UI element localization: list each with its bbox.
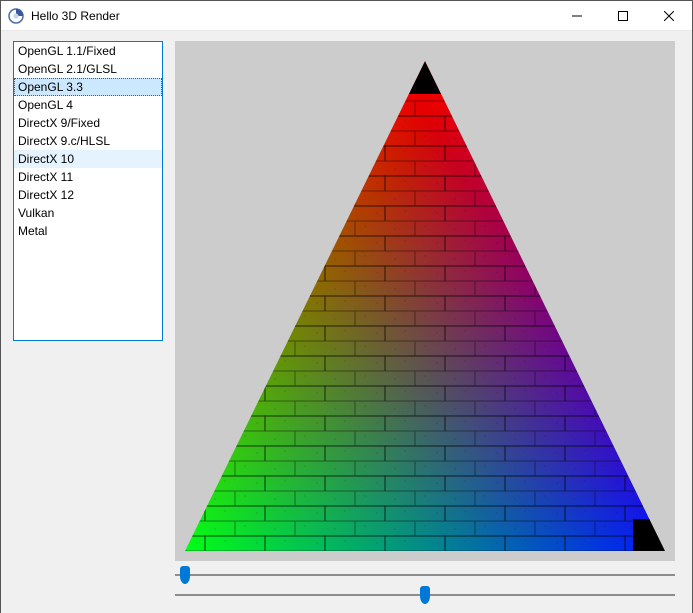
window-title: Hello 3D Render [31,9,120,23]
render-viewport[interactable] [175,41,675,561]
titlebar[interactable]: Hello 3D Render [1,1,692,31]
list-item[interactable]: Metal [14,222,162,240]
list-item[interactable]: OpenGL 3.3 [14,78,162,96]
slider-1-track [175,574,675,576]
slider-panel [175,561,675,605]
slider-1-thumb[interactable] [180,566,190,584]
close-icon [664,11,674,21]
rendered-triangle [175,41,675,561]
list-item[interactable]: DirectX 10 [14,150,162,168]
app-window: Hello 3D Render OpenGL 1.1/FixedOpenGL 2… [0,0,693,613]
slider-2-track [175,594,675,596]
list-item[interactable]: DirectX 9.c/HLSL [14,132,162,150]
maximize-button[interactable] [600,1,646,31]
list-item[interactable]: OpenGL 4 [14,96,162,114]
maximize-icon [618,11,628,21]
slider-1[interactable] [175,565,675,585]
client-area: OpenGL 1.1/FixedOpenGL 2.1/GLSLOpenGL 3.… [1,31,692,613]
list-item[interactable]: OpenGL 1.1/Fixed [14,42,162,60]
list-item[interactable]: DirectX 9/Fixed [14,114,162,132]
minimize-icon [572,11,582,21]
api-listbox[interactable]: OpenGL 1.1/FixedOpenGL 2.1/GLSLOpenGL 3.… [13,41,163,341]
list-item[interactable]: OpenGL 2.1/GLSL [14,60,162,78]
right-pane [175,41,680,605]
list-item[interactable]: Vulkan [14,204,162,222]
app-icon [8,8,24,24]
slider-2-thumb[interactable] [420,586,430,604]
list-item[interactable]: DirectX 11 [14,168,162,186]
list-item[interactable]: DirectX 12 [14,186,162,204]
minimize-button[interactable] [554,1,600,31]
slider-2[interactable] [175,585,675,605]
close-button[interactable] [646,1,692,31]
